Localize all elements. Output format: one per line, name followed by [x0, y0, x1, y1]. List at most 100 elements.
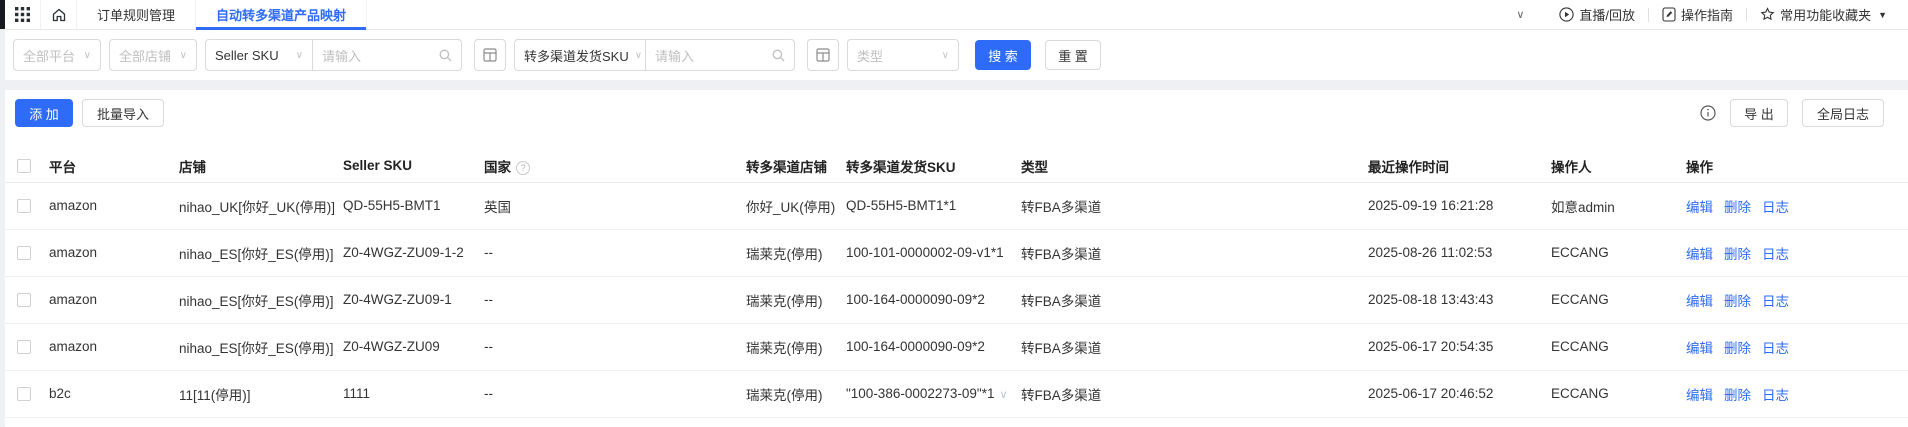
- tab-label: 自动转多渠道产品映射: [216, 8, 347, 23]
- tab-order-rules[interactable]: 订单规则管理: [77, 0, 197, 29]
- edit-link[interactable]: 编辑: [1686, 341, 1713, 356]
- cell-seller-sku: Z0-4WGZ-ZU09-1: [343, 276, 484, 324]
- guide-label: 操作指南: [1681, 8, 1734, 23]
- favorites-label: 常用功能收藏夹: [1780, 8, 1872, 23]
- seller-sku-filter-group: Seller SKU ∨ 请输入: [205, 39, 462, 71]
- header-label: 操作: [1686, 159, 1713, 175]
- tab-auto-channel-mapping[interactable]: 自动转多渠道产品映射: [196, 0, 368, 30]
- cell-checkbox: [5, 276, 49, 324]
- cell-checkbox: [5, 182, 49, 230]
- header-cell: Seller SKU: [343, 150, 484, 183]
- favorites-button[interactable]: 常用功能收藏夹 ▼: [1747, 5, 1900, 24]
- topbar: 订单规则管理 自动转多渠道产品映射 ∨ 直播/回放 操作指南 常用功能收藏夹 ▼: [0, 0, 1908, 30]
- cell-operator: ECCANG: [1551, 229, 1686, 277]
- cell-platform: amazon: [49, 323, 179, 371]
- log-link[interactable]: 日志: [1762, 341, 1789, 356]
- cell-seller-sku: Z0-4WGZ-ZU09-1-2: [343, 229, 484, 277]
- row-checkbox[interactable]: [17, 246, 31, 261]
- table-row: amazon nihao_UK[你好_UK(停用)] QD-55H5-BMT1 英国你…: [5, 182, 1908, 230]
- export-button[interactable]: 导 出: [1729, 99, 1788, 127]
- header-label: 店铺: [179, 159, 206, 175]
- log-link[interactable]: 日志: [1762, 247, 1789, 262]
- cell-operator: 如意admin: [1551, 182, 1686, 230]
- log-link[interactable]: 日志: [1762, 388, 1789, 403]
- add-button[interactable]: 添 加: [15, 99, 73, 127]
- mapping-table: 平台 店铺 Seller SKU 国家? 转多渠道店铺 转多渠道发货SKU 类型 最近操作时间…: [5, 150, 1908, 418]
- cell-channel-sku: 100-101-0000002-09-v1*1: [846, 229, 1021, 277]
- apps-grid-button[interactable]: [5, 0, 41, 29]
- edit-link[interactable]: 编辑: [1686, 294, 1713, 309]
- cell-time: 2025-06-17 20:46:52: [1368, 370, 1551, 418]
- header-label: 转多渠道发货SKU: [846, 159, 956, 175]
- row-checkbox[interactable]: [17, 293, 31, 308]
- header-label: Seller SKU: [343, 158, 413, 174]
- home-button[interactable]: [41, 0, 77, 29]
- batch-input-icon: [483, 48, 497, 62]
- cell-actions: 编辑 删除 日志: [1686, 370, 1908, 418]
- table-toolbar: 添 加 批量导入 导 出 全局日志: [5, 90, 1908, 136]
- shop-select-placeholder: 全部店铺: [119, 48, 172, 64]
- edit-link[interactable]: 编辑: [1686, 247, 1713, 262]
- cell-platform: amazon: [49, 276, 179, 324]
- edit-link[interactable]: 编辑: [1686, 388, 1713, 403]
- batch-input-icon: [816, 48, 830, 62]
- channel-sku-value: "100-386-0002273-09"*1: [846, 386, 995, 401]
- cell-time: 2025-08-26 11:02:53: [1368, 229, 1551, 277]
- log-link[interactable]: 日志: [1762, 294, 1789, 309]
- play-circle-icon: [1559, 7, 1575, 22]
- cell-operator: ECCANG: [1551, 370, 1686, 418]
- channel-sku-input-placeholder: 请输入: [655, 48, 695, 64]
- seller-sku-field-select[interactable]: Seller SKU ∨: [205, 39, 313, 71]
- search-button[interactable]: 搜 索: [975, 40, 1031, 70]
- delete-link[interactable]: 删除: [1724, 247, 1751, 262]
- chevron-down-icon: ∨: [295, 49, 303, 61]
- cell-seller-sku: QD-55H5-BMT1: [343, 182, 484, 230]
- collapse-chevron-icon[interactable]: ∨: [1516, 8, 1524, 21]
- live-replay-label: 直播/回放: [1579, 8, 1636, 23]
- delete-link[interactable]: 删除: [1724, 294, 1751, 309]
- row-checkbox[interactable]: [17, 387, 31, 402]
- seller-sku-field-value: Seller SKU: [215, 47, 279, 63]
- seller-sku-batch-input-button[interactable]: [474, 39, 506, 71]
- help-icon[interactable]: ?: [516, 160, 530, 175]
- channel-sku-field-select[interactable]: 转多渠道发货SKU ∨: [514, 39, 646, 71]
- cell-shop: nihao_ES[你好_ES(停用)]: [179, 229, 343, 277]
- edit-link[interactable]: 编辑: [1686, 200, 1713, 215]
- cell-platform: amazon: [49, 229, 179, 277]
- header-label: 转多渠道店铺: [746, 159, 827, 175]
- cell-type: 转FBA多渠道: [1021, 182, 1368, 230]
- row-checkbox[interactable]: [17, 199, 31, 214]
- cell-channel-sku: QD-55H5-BMT1*1: [846, 182, 1021, 230]
- reset-button[interactable]: 重 置: [1045, 40, 1101, 70]
- cell-country: 英国: [484, 182, 746, 230]
- header-cell: 转多渠道发货SKU: [846, 150, 1021, 183]
- row-checkbox[interactable]: [17, 340, 31, 355]
- platform-select[interactable]: 全部平台 ∨: [13, 39, 101, 71]
- expand-chevron-icon[interactable]: ∨: [999, 389, 1007, 401]
- delete-link[interactable]: 删除: [1724, 341, 1751, 356]
- cell-shop: nihao_ES[你好_ES(停用)]: [179, 276, 343, 324]
- type-select[interactable]: 类型 ∨: [847, 39, 959, 71]
- cell-operator: ECCANG: [1551, 323, 1686, 371]
- header-cell: 最近操作时间: [1368, 150, 1551, 183]
- channel-sku-input[interactable]: 请输入: [645, 39, 795, 71]
- cell-channel-sku: 100-164-0000090-09*2: [846, 323, 1021, 371]
- search-icon: [439, 49, 452, 62]
- shop-select[interactable]: 全部店铺 ∨: [109, 39, 197, 71]
- toolbar-right: 导 出 全局日志: [1700, 99, 1884, 127]
- cell-operator: ECCANG: [1551, 276, 1686, 324]
- info-icon[interactable]: [1700, 105, 1716, 121]
- cell-shop: 11[11(停用)]: [179, 370, 343, 418]
- delete-link[interactable]: 删除: [1724, 388, 1751, 403]
- cell-seller-sku: Z0-4WGZ-ZU09: [343, 323, 484, 371]
- batch-import-button[interactable]: 批量导入: [82, 99, 165, 127]
- seller-sku-input[interactable]: 请输入: [312, 39, 462, 71]
- guide-button[interactable]: 操作指南: [1649, 5, 1746, 24]
- live-replay-button[interactable]: 直播/回放: [1546, 5, 1648, 24]
- global-log-button[interactable]: 全局日志: [1801, 99, 1884, 127]
- delete-link[interactable]: 删除: [1724, 200, 1751, 215]
- log-link[interactable]: 日志: [1762, 200, 1789, 215]
- cell-seller-sku: 1111: [343, 370, 484, 418]
- select-all-checkbox[interactable]: [17, 159, 31, 174]
- channel-sku-batch-input-button[interactable]: [807, 39, 839, 71]
